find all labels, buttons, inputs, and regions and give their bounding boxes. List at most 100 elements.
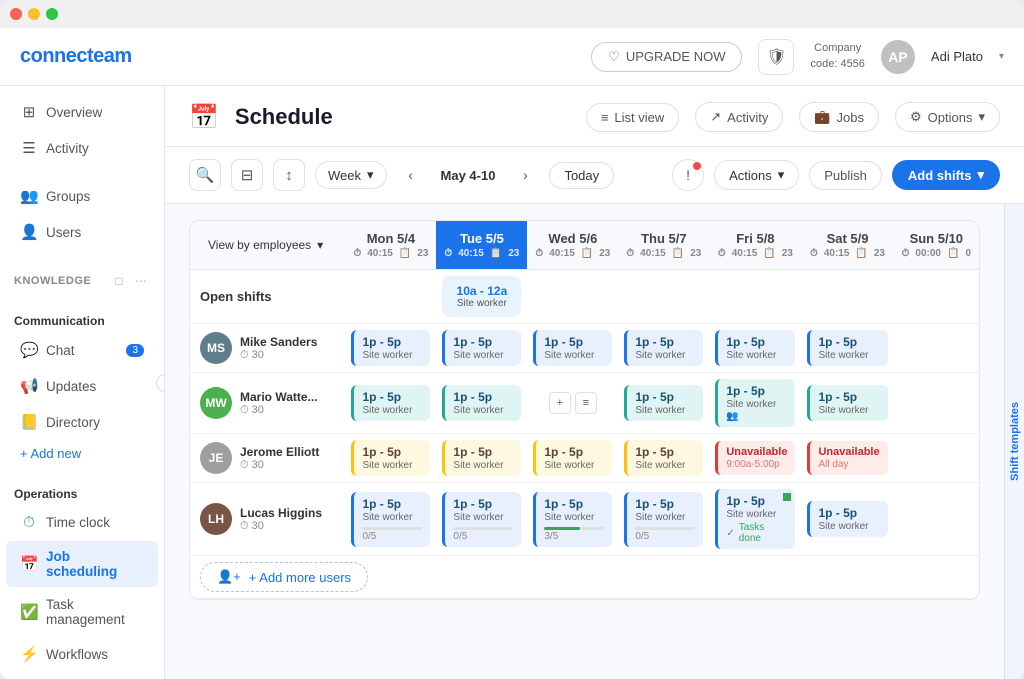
lucas-thu[interactable]: 1p - 5p Site worker 0/5 — [618, 483, 709, 556]
next-week-btn[interactable]: › — [511, 161, 539, 189]
jerome-mon[interactable]: 1p - 5p Site worker — [345, 434, 436, 483]
mike-tue[interactable]: 1p - 5p Site worker — [436, 324, 527, 373]
knowledge-dots-btn[interactable]: ⋯ — [132, 272, 150, 290]
view-by-selector[interactable]: View by employees ▾ — [198, 232, 337, 258]
mike-fri[interactable]: 1p - 5p Site worker — [709, 324, 801, 373]
sidebar-item-overview[interactable]: ⊞ Overview — [6, 95, 158, 129]
list-view-btn[interactable]: ≡ List view — [586, 103, 679, 132]
lucas-wed-shift[interactable]: 1p - 5p Site worker 3/5 — [533, 492, 612, 547]
maximize-btn[interactable] — [46, 8, 58, 20]
activity-view-btn[interactable]: ↗ Activity — [695, 102, 783, 132]
mike-sat-shift[interactable]: 1p - 5p Site worker — [807, 330, 887, 366]
today-button[interactable]: Today — [549, 162, 614, 189]
mike-tue-shift[interactable]: 1p - 5p Site worker — [442, 330, 521, 366]
plus-icon[interactable]: + — [549, 392, 571, 414]
lucas-sat[interactable]: 1p - 5p Site worker — [801, 483, 893, 556]
sidebar-item-updates[interactable]: 📢 Updates — [6, 369, 158, 403]
mario-thu[interactable]: 1p - 5p Site worker — [618, 373, 709, 434]
mario-tue[interactable]: 1p - 5p Site worker — [436, 373, 527, 434]
mario-sat-shift[interactable]: 1p - 5p Site worker — [807, 385, 887, 421]
jerome-fri-shift[interactable]: Unavailable 9:00a-5:00p — [715, 441, 795, 475]
jerome-thu[interactable]: 1p - 5p Site worker — [618, 434, 709, 483]
lucas-name: Lucas Higgins — [240, 506, 322, 520]
sidebar-item-workflows[interactable]: ⚡ Workflows — [6, 637, 158, 671]
sat-meta: ⏱40:15 📋23 — [809, 248, 885, 259]
mike-sat[interactable]: 1p - 5p Site worker — [801, 324, 893, 373]
operations-section-title: Operations — [0, 479, 164, 505]
sort-btn[interactable]: ↕ — [273, 159, 305, 191]
upgrade-button[interactable]: ♡ UPGRADE NOW — [591, 42, 742, 72]
mario-wed[interactable]: + ≡ — [527, 373, 618, 434]
sidebar-item-directory[interactable]: 📒 Directory — [6, 405, 158, 439]
shield-icon-btn[interactable]: 🛡 — [758, 39, 794, 75]
jobs-btn[interactable]: 💼 Jobs — [799, 102, 879, 132]
mike-mon-shift[interactable]: 1p - 5p Site worker — [351, 330, 430, 366]
search-btn[interactable]: 🔍 — [189, 159, 221, 191]
sidebar-item-groups[interactable]: 👥 Groups — [6, 179, 158, 213]
lucas-sat-shift[interactable]: 1p - 5p Site worker — [807, 501, 887, 537]
lucas-mon-shift[interactable]: 1p - 5p Site worker 0/5 — [351, 492, 430, 547]
alert-btn[interactable]: ! — [672, 159, 704, 191]
lucas-tue[interactable]: 1p - 5p Site worker 0/5 — [436, 483, 527, 556]
mike-wed[interactable]: 1p - 5p Site worker — [527, 324, 618, 373]
mario-thu-shift[interactable]: 1p - 5p Site worker — [624, 385, 703, 421]
jerome-fri[interactable]: Unavailable 9:00a-5:00p — [709, 434, 801, 483]
lucas-wed[interactable]: 1p - 5p Site worker 3/5 — [527, 483, 618, 556]
sidebar-item-time-clock[interactable]: ⏱ Time clock — [6, 506, 158, 539]
lucas-mon[interactable]: 1p - 5p Site worker 0/5 — [345, 483, 436, 556]
jerome-tue[interactable]: 1p - 5p Site worker — [436, 434, 527, 483]
open-shift-tue[interactable]: 10a - 12a Site worker — [436, 270, 527, 324]
mario-tue-shift[interactable]: 1p - 5p Site worker — [442, 385, 521, 421]
knowledge-label: knowledge — [14, 275, 91, 287]
mike-mon[interactable]: 1p - 5p Site worker — [345, 324, 436, 373]
communication-add-new[interactable]: + Add new — [6, 440, 158, 467]
jerome-wed[interactable]: 1p - 5p Site worker — [527, 434, 618, 483]
lucas-tue-shift[interactable]: 1p - 5p Site worker 0/5 — [442, 492, 521, 547]
filter-btn[interactable]: ⊟ — [231, 159, 263, 191]
week-selector[interactable]: Week ▾ — [315, 161, 387, 189]
operations-add-new[interactable]: + Add new — [6, 672, 158, 679]
mike-wed-shift[interactable]: 1p - 5p Site worker — [533, 330, 612, 366]
mario-mon-shift[interactable]: 1p - 5p Site worker — [351, 385, 430, 421]
lucas-fri[interactable]: 1p - 5p Site worker ✓ Tasks done — [709, 483, 801, 556]
jerome-mon-shift[interactable]: 1p - 5p Site worker — [351, 440, 430, 476]
knowledge-square-btn[interactable]: □ — [110, 272, 128, 290]
add-shifts-button[interactable]: Add shifts ▾ — [892, 160, 1000, 190]
lucas-fri-shift[interactable]: 1p - 5p Site worker ✓ Tasks done — [715, 489, 795, 549]
close-btn[interactable] — [10, 8, 22, 20]
open-shift-tue-card[interactable]: 10a - 12a Site worker — [442, 276, 521, 317]
add-shifts-chevron-icon: ▾ — [977, 167, 984, 183]
prev-week-btn[interactable]: ‹ — [397, 161, 425, 189]
sidebar-item-task-management[interactable]: ✅ Task management — [6, 589, 158, 635]
mike-fri-shift[interactable]: 1p - 5p Site worker — [715, 330, 795, 366]
jerome-sat-shift[interactable]: Unavailable All day — [807, 441, 887, 475]
fri-day-name: Fri 5/8 — [717, 231, 793, 246]
actions-button[interactable]: Actions ▾ — [714, 160, 799, 190]
equals-icon[interactable]: ≡ — [575, 392, 597, 414]
options-btn[interactable]: ⚙ Options ▾ — [895, 102, 1000, 132]
jerome-wed-shift[interactable]: 1p - 5p Site worker — [533, 440, 612, 476]
sidebar-item-activity[interactable]: ☰ Activity — [6, 131, 158, 165]
app-shell: connecteam ♡ UPGRADE NOW 🛡 Company code:… — [0, 28, 1024, 679]
sidebar-item-chat[interactable]: 💬 Chat 3 — [6, 333, 158, 367]
jerome-thu-shift[interactable]: 1p - 5p Site worker — [624, 440, 703, 476]
user-chevron-icon[interactable]: ▾ — [999, 51, 1004, 62]
mario-fri[interactable]: 1p - 5p Site worker 👥 — [709, 373, 801, 434]
mike-thu-shift[interactable]: 1p - 5p Site worker — [624, 330, 703, 366]
lucas-thu-shift[interactable]: 1p - 5p Site worker 0/5 — [624, 492, 703, 547]
publish-button[interactable]: Publish — [809, 161, 882, 190]
mario-mon[interactable]: 1p - 5p Site worker — [345, 373, 436, 434]
shift-templates-panel[interactable]: Shift templates — [1004, 204, 1024, 679]
mario-fri-shift[interactable]: 1p - 5p Site worker 👥 — [715, 379, 795, 427]
mario-sat[interactable]: 1p - 5p Site worker — [801, 373, 893, 434]
mike-thu[interactable]: 1p - 5p Site worker — [618, 324, 709, 373]
sidebar-item-users[interactable]: 👤 Users — [6, 215, 158, 249]
add-more-users-btn[interactable]: 👤+ + Add more users — [200, 562, 368, 592]
jerome-sat[interactable]: Unavailable All day — [801, 434, 893, 483]
schedule-header: 📅 Schedule ≡ List view ↗ Activity 💼 Jobs… — [165, 86, 1024, 147]
view-by-cell[interactable]: View by employees ▾ — [190, 221, 345, 270]
add-users-icon: 👤+ — [217, 569, 241, 585]
sidebar-item-job-scheduling[interactable]: 📅 Job scheduling — [6, 541, 158, 587]
minimize-btn[interactable] — [28, 8, 40, 20]
jerome-tue-shift[interactable]: 1p - 5p Site worker — [442, 440, 521, 476]
